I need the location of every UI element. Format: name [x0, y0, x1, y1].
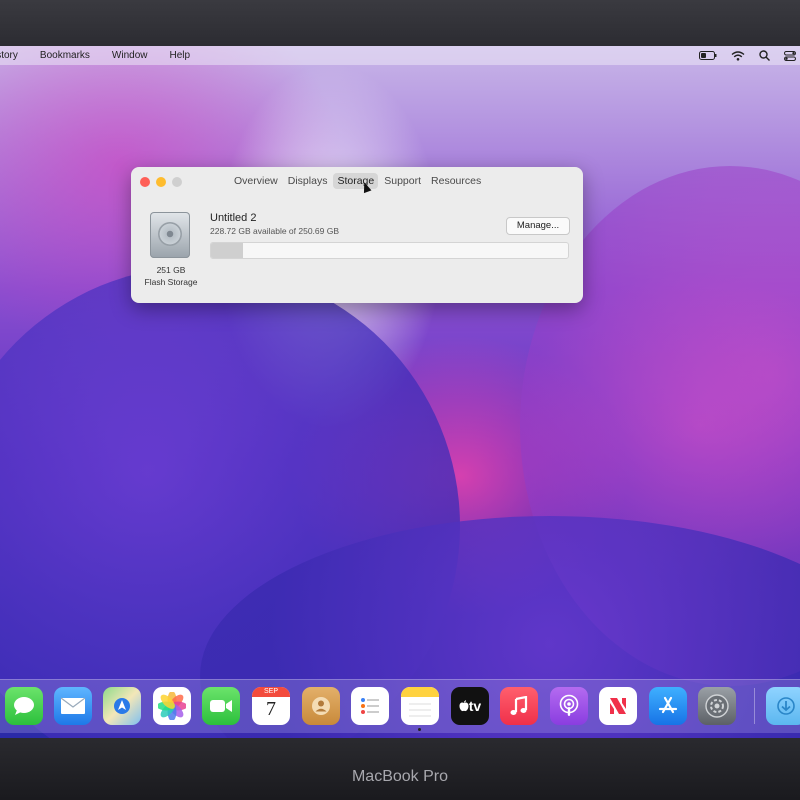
maps-icon[interactable] — [103, 687, 141, 725]
disk-type: Flash Storage — [144, 277, 198, 287]
menu-window[interactable]: Window — [112, 50, 148, 61]
battery-icon[interactable] — [699, 51, 717, 60]
running-indicator — [418, 728, 421, 731]
wifi-icon[interactable] — [731, 50, 745, 61]
tab-resources[interactable]: Resources — [427, 173, 485, 189]
photos-icon[interactable] — [153, 687, 191, 725]
menu-help[interactable]: Help — [170, 50, 191, 61]
menu-status-area — [699, 46, 796, 65]
calendar-month: SEP — [252, 687, 290, 697]
calendar-icon[interactable]: SEP 7 — [252, 687, 290, 725]
minimize-button[interactable] — [156, 177, 166, 187]
calendar-day: 7 — [266, 698, 276, 720]
close-button[interactable] — [140, 177, 150, 187]
window-controls — [140, 177, 182, 187]
search-icon[interactable] — [759, 50, 770, 61]
dock: SEP 7 tv — [0, 679, 800, 733]
volume-available: 228.72 GB available of 250.69 GB — [210, 226, 340, 236]
system-preferences-icon[interactable] — [698, 687, 736, 725]
music-icon[interactable] — [500, 687, 538, 725]
reminders-icon[interactable] — [351, 687, 389, 725]
dock-separator — [754, 688, 755, 724]
news-icon[interactable] — [599, 687, 637, 725]
facetime-icon[interactable] — [202, 687, 240, 725]
menu-history[interactable]: istory — [0, 50, 18, 61]
desktop: istory Bookmarks Window Help — [0, 46, 800, 738]
hard-drive-icon — [150, 212, 190, 258]
messages-icon[interactable] — [5, 687, 43, 725]
tv-label: tv — [468, 698, 482, 714]
storage-usage-fill — [211, 243, 244, 258]
menu-bar: istory Bookmarks Window Help — [0, 46, 800, 65]
device-brand-label: MacBook Pro — [351, 768, 449, 785]
menu-bookmarks[interactable]: Bookmarks — [40, 50, 90, 61]
downloads-folder-icon[interactable] — [766, 687, 800, 725]
manage-button[interactable]: Manage... — [506, 217, 570, 235]
tab-support[interactable]: Support — [380, 173, 425, 189]
notes-header — [401, 687, 439, 697]
control-center-icon[interactable] — [784, 50, 796, 61]
tab-storage[interactable]: Storage — [333, 173, 379, 189]
podcasts-icon[interactable] — [550, 687, 588, 725]
bezel-top — [0, 0, 800, 46]
contacts-icon[interactable] — [302, 687, 340, 725]
app-store-icon[interactable] — [649, 687, 687, 725]
tab-overview[interactable]: Overview — [230, 173, 282, 189]
zoom-button[interactable] — [172, 177, 182, 187]
tab-bar: Overview Displays Storage Support Resour… — [230, 173, 485, 189]
notes-icon[interactable] — [401, 687, 439, 725]
about-this-mac-window: Overview Displays Storage Support Resour… — [131, 167, 583, 303]
storage-usage-bar — [210, 242, 569, 259]
disk-size: 251 GB — [156, 265, 186, 275]
apple-tv-icon[interactable]: tv — [451, 687, 489, 725]
volume-name: Untitled 2 — [210, 212, 257, 224]
mail-icon[interactable] — [54, 687, 92, 725]
tab-displays[interactable]: Displays — [284, 173, 332, 189]
